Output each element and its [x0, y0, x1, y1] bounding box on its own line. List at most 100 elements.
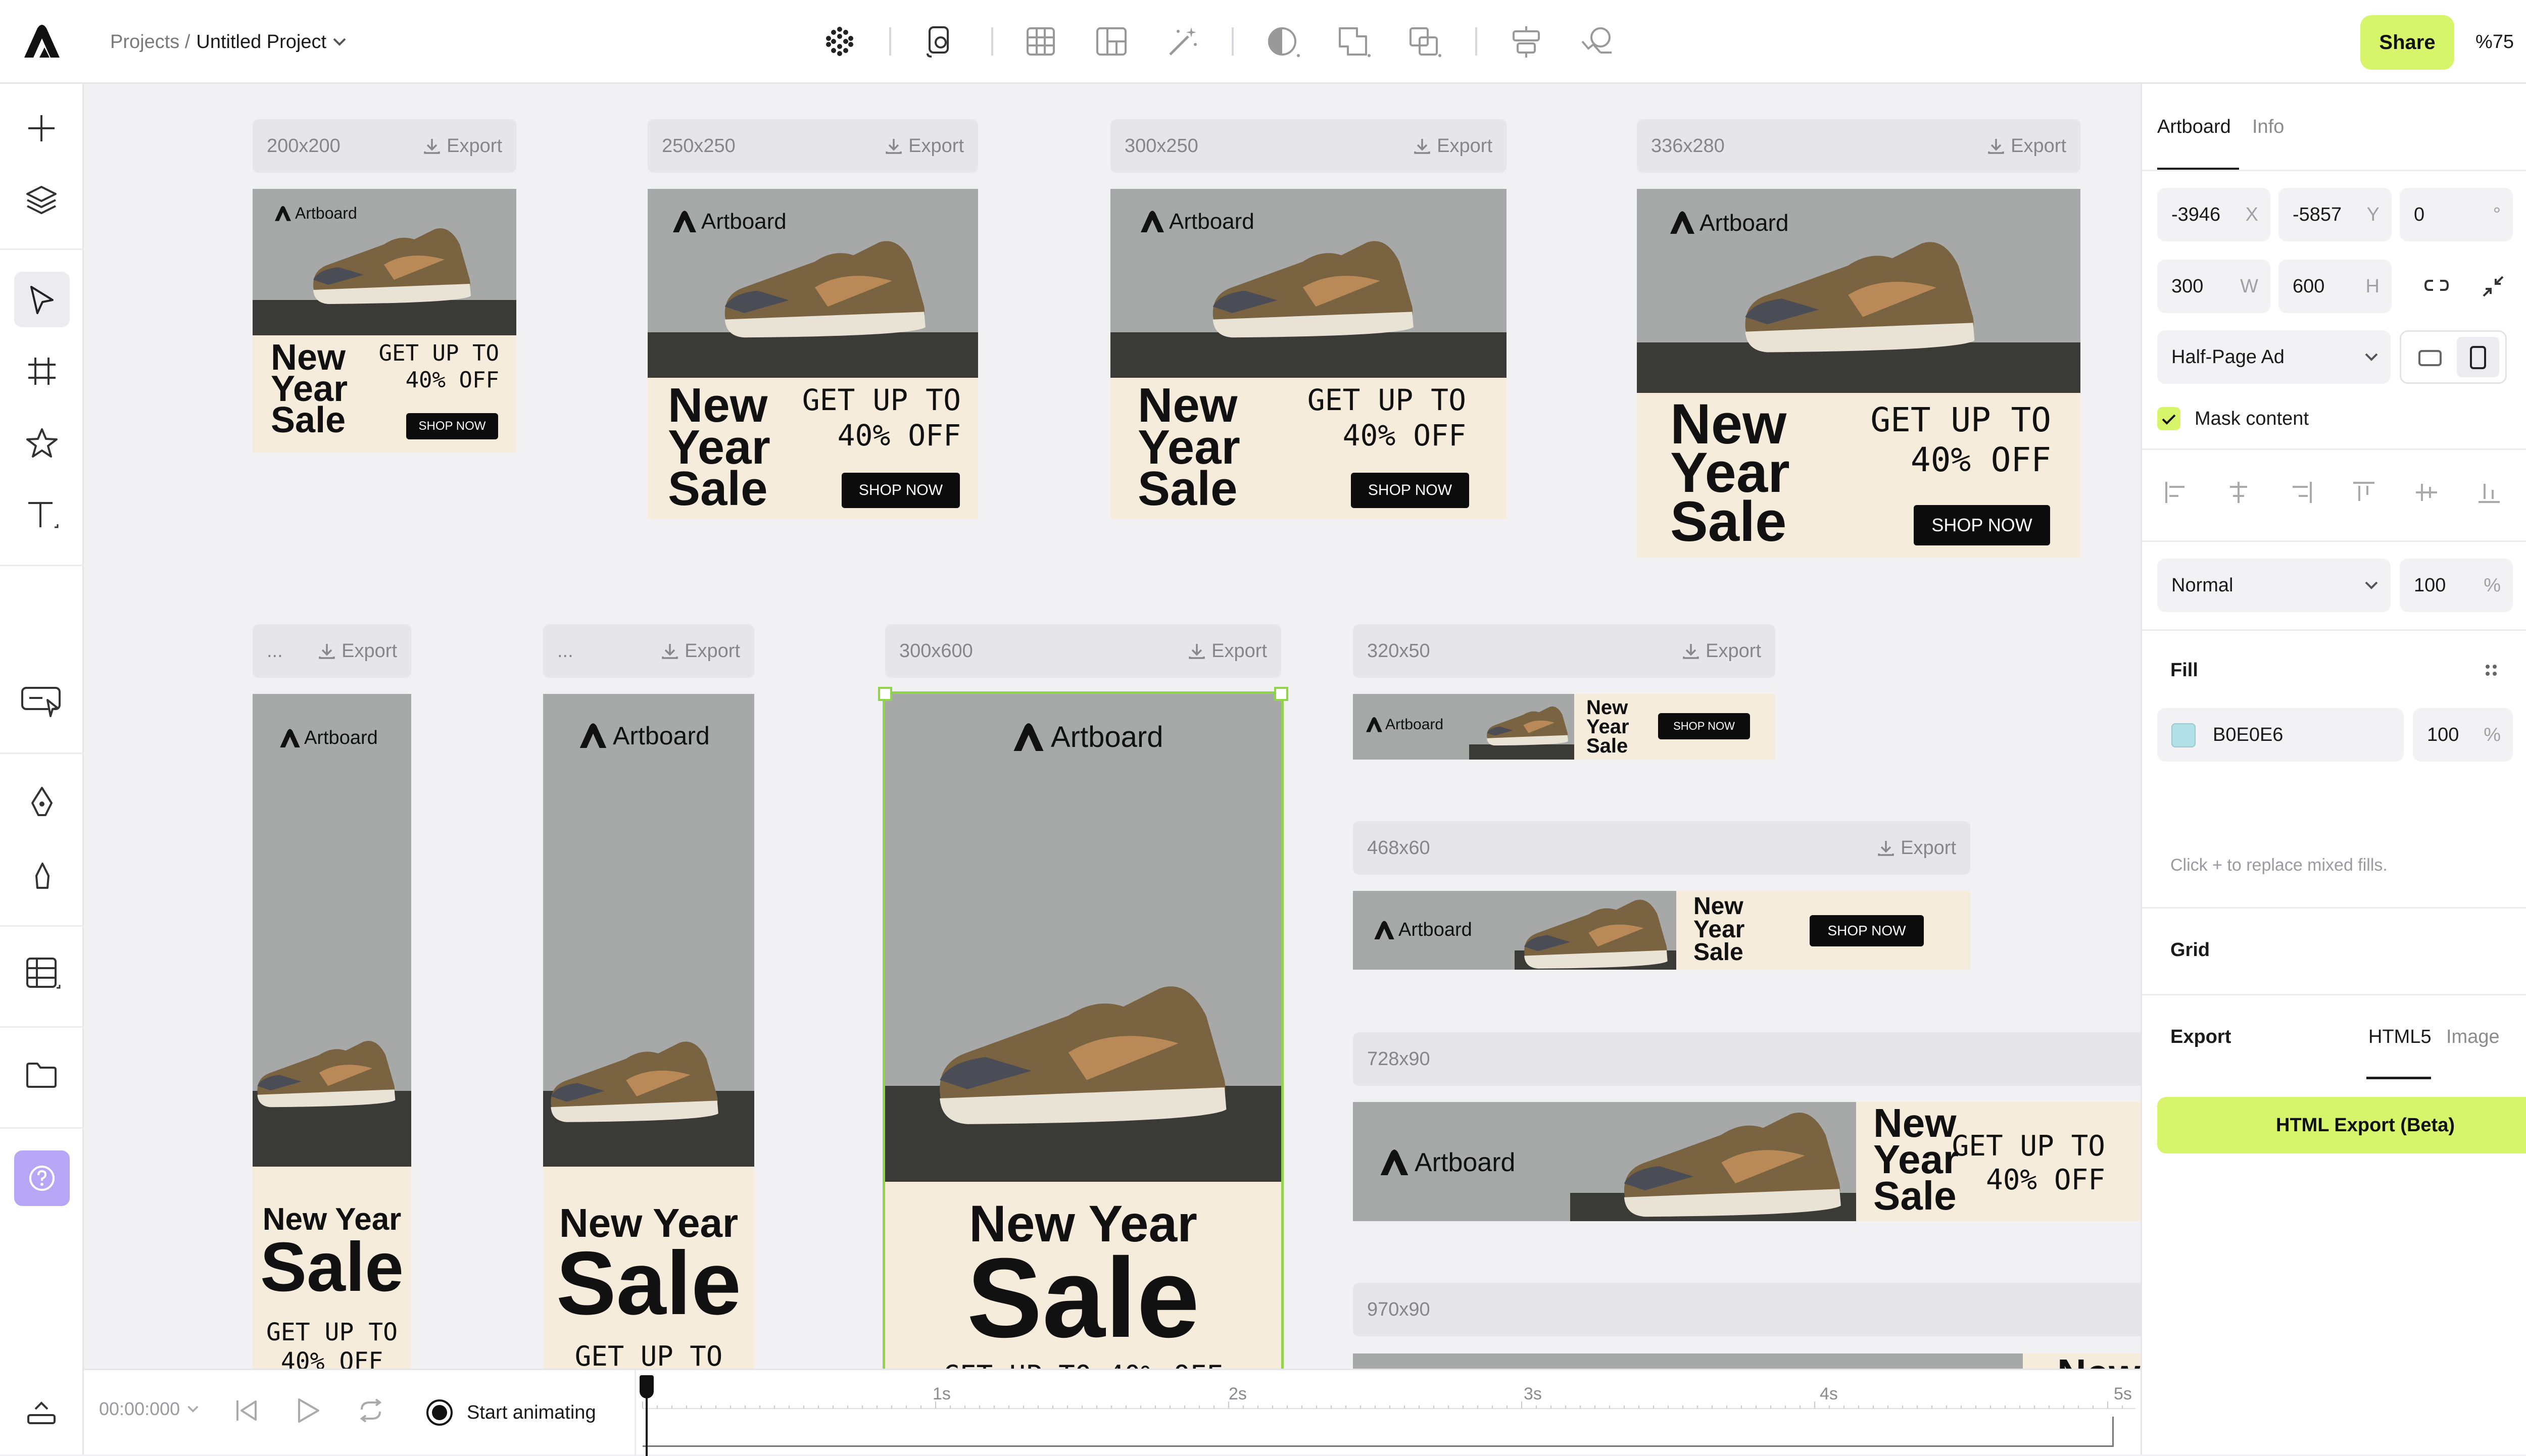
plus-icon[interactable]	[26, 113, 57, 143]
export-link[interactable]: Export	[1188, 624, 1267, 678]
tab-info[interactable]: Info	[2252, 116, 2284, 138]
cursor-icon[interactable]	[28, 285, 56, 315]
fill-style-icon[interactable]	[2484, 663, 2499, 678]
shop-now-button[interactable]: SHOP NOW	[406, 413, 498, 439]
skip-back-icon[interactable]	[234, 1398, 259, 1423]
x-input[interactable]: -3946 X	[2157, 188, 2270, 241]
timeline-ruler[interactable]: 1s 2s 3s 4s 5s	[640, 1370, 2135, 1456]
breadcrumb-root[interactable]: Projects /	[110, 31, 190, 53]
pencil-icon[interactable]	[32, 862, 53, 892]
text-tool-icon[interactable]	[26, 499, 59, 531]
artboard-header[interactable]: ... Export	[253, 624, 411, 678]
align-left-icon[interactable]	[2164, 481, 2188, 504]
share-button[interactable]: Share	[2360, 15, 2454, 70]
star-icon[interactable]	[25, 427, 59, 460]
union-icon[interactable]	[1338, 26, 1371, 58]
artboard-header[interactable]: 468x60 Export	[1353, 821, 1970, 875]
chevron-down-icon[interactable]	[332, 37, 347, 46]
artboard-header[interactable]: 300x250 Export	[1110, 119, 1507, 173]
artboard-header[interactable]: 300x600 Export	[885, 624, 1281, 678]
artboard-header[interactable]: 728x90	[1353, 1032, 2141, 1086]
play-icon[interactable]	[296, 1397, 320, 1424]
artboard-header[interactable]: 970x90	[1353, 1283, 2141, 1336]
fill-color-swatch[interactable]	[2171, 723, 2196, 747]
artboard-300x250[interactable]: Artboard New Year Sale GET UP TO 40% OFF SH…	[1110, 189, 1507, 519]
rotation-input[interactable]: 0 °	[2400, 188, 2513, 241]
shop-now-button[interactable]: SHOP NOW	[1658, 713, 1750, 739]
artboard-header[interactable]: 320x50 Export	[1353, 624, 1775, 678]
export-link[interactable]: Export	[1414, 119, 1492, 173]
timecode[interactable]: 00:00:000	[99, 1398, 199, 1420]
align-top-icon[interactable]	[2352, 481, 2375, 504]
export-link[interactable]: Export	[1682, 624, 1761, 678]
folder-icon[interactable]	[25, 1062, 58, 1089]
layer-opacity-input[interactable]: 100%	[2400, 559, 2513, 612]
artboard-200x200[interactable]: Artboard New Year Sale GET UP TO 40% OFF SH…	[253, 189, 516, 453]
y-input[interactable]: -5857 Y	[2278, 188, 2392, 241]
artboard-header[interactable]: 200x200 Export	[253, 119, 516, 173]
frame-icon[interactable]	[27, 357, 57, 386]
artboard-300x600[interactable]: Artboard New Year Sale GET UP TO 40% OFF	[883, 691, 1284, 1371]
export-tab-image[interactable]: Image	[2446, 1026, 2500, 1048]
mask-icon[interactable]	[1267, 26, 1300, 58]
zoom-select[interactable]: %75	[2475, 25, 2526, 59]
collapse-panel-icon[interactable]	[26, 1400, 57, 1425]
align-stack-icon[interactable]	[1511, 26, 1542, 58]
app-logo-icon[interactable]	[24, 25, 60, 58]
width-input[interactable]: 300 W	[2157, 260, 2270, 313]
artboard-728x90[interactable]: Artboard New Year Sale GET UP TO 40% OFF	[1353, 1102, 2141, 1221]
blend-mode-select[interactable]: Normal	[2157, 559, 2391, 612]
export-tab-html5[interactable]: HTML5	[2368, 1026, 2432, 1048]
inspect-icon[interactable]	[1580, 26, 1614, 58]
shop-now-button[interactable]: SHOP NOW	[1810, 915, 1924, 946]
artboard-250x250[interactable]: Artboard New Year Sale GET UP TO 40% OFF SH…	[648, 189, 978, 519]
artboard-header[interactable]: 336x280 Export	[1637, 119, 2080, 173]
resize-handle[interactable]	[1274, 687, 1288, 701]
html-export-button[interactable]: HTML Export (Beta)	[2157, 1097, 2526, 1153]
shop-now-button[interactable]: SHOP NOW	[1351, 473, 1469, 508]
grid-table-icon[interactable]	[26, 958, 61, 991]
record-button[interactable]: Start animating	[425, 1398, 596, 1427]
export-link[interactable]: Export	[661, 624, 740, 678]
interaction-icon[interactable]	[20, 685, 64, 720]
artboard-970x90[interactable]: New	[1353, 1353, 2141, 1369]
subtract-icon[interactable]	[1408, 26, 1442, 58]
export-link[interactable]: Export	[1987, 119, 2066, 173]
component-grid-icon[interactable]	[824, 26, 855, 57]
fill-opacity-input[interactable]: 100%	[2413, 708, 2513, 762]
artboard-336x280[interactable]: Artboard New Year Sale GET UP TO 40% OFF SH…	[1637, 189, 2080, 558]
artboard-468x60[interactable]: Artboard New Year Sale SHOP NOW	[1353, 891, 1970, 970]
orientation-toggle[interactable]	[2400, 330, 2507, 384]
fill-color-input[interactable]: B0E0E6	[2157, 708, 2404, 762]
artboard-header[interactable]: 250x250 Export	[648, 119, 978, 173]
artboard-header[interactable]: ... Export	[543, 624, 754, 678]
layers-icon[interactable]	[25, 185, 58, 215]
loop-icon[interactable]	[357, 1398, 385, 1423]
artboard-320x50[interactable]: Artboard New Year Sale SHOP NOW	[1353, 694, 1775, 760]
tab-artboard[interactable]: Artboard	[2157, 116, 2231, 138]
layout-grid-icon[interactable]	[1096, 27, 1127, 56]
pen-icon[interactable]	[29, 786, 55, 818]
resize-handle[interactable]	[878, 687, 892, 701]
align-center-v-icon[interactable]	[2415, 481, 2438, 504]
artboard-skyscraper-wide[interactable]: Artboard New Year Sale GET UP TO	[543, 694, 754, 1369]
link-ratio-icon[interactable]	[2424, 279, 2449, 292]
height-input[interactable]: 600 H	[2278, 260, 2392, 313]
export-link[interactable]: Export	[318, 624, 397, 678]
shop-now-button[interactable]: SHOP NOW	[1914, 505, 2050, 545]
landscape-icon[interactable]	[2418, 350, 2442, 366]
export-link[interactable]: Export	[1877, 821, 1956, 875]
preset-select[interactable]: Half-Page Ad	[2157, 330, 2391, 384]
rotate-device-icon[interactable]	[927, 25, 955, 58]
artboard-skyscraper-narrow[interactable]: Artboard New Year Sale GET UP TO 40% OFF	[253, 694, 411, 1369]
shop-now-button[interactable]: SHOP NOW	[842, 473, 960, 508]
fit-content-icon[interactable]	[2483, 276, 2504, 297]
breadcrumb-current[interactable]: Untitled Project	[196, 31, 326, 53]
align-right-icon[interactable]	[2290, 481, 2313, 504]
align-center-h-icon[interactable]	[2227, 481, 2250, 504]
align-bottom-icon[interactable]	[2478, 481, 2501, 504]
table-icon[interactable]	[1027, 27, 1055, 56]
export-link[interactable]: Export	[885, 119, 964, 173]
export-link[interactable]: Export	[423, 119, 502, 173]
magic-wand-icon[interactable]	[1168, 26, 1198, 57]
